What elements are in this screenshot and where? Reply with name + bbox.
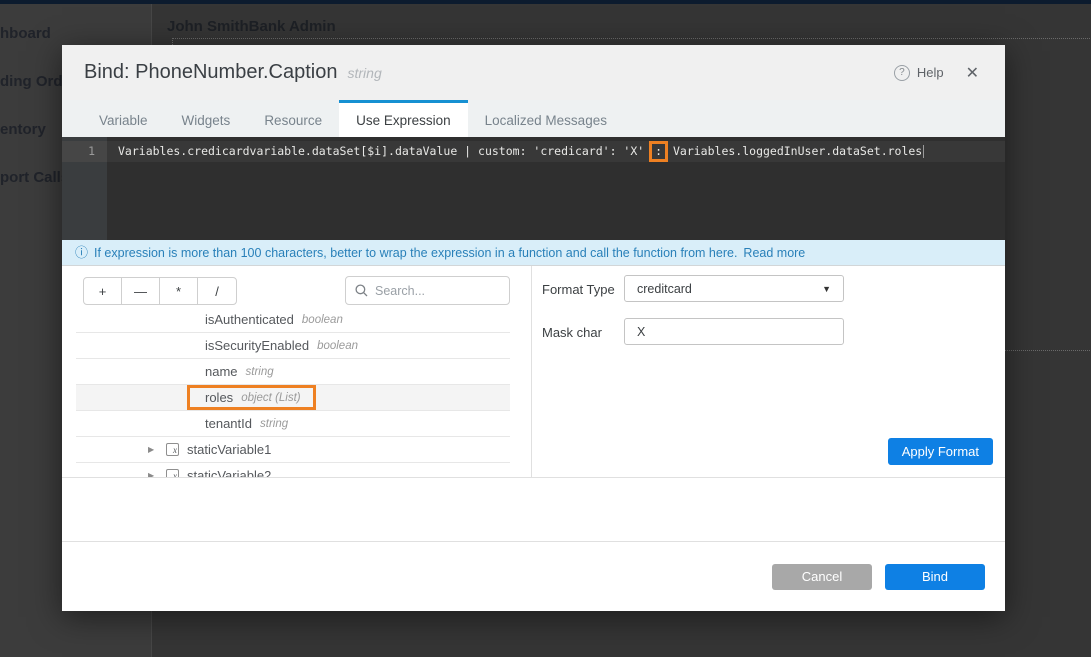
tab-widgets[interactable]: Widgets <box>165 100 248 137</box>
expand-arrow-icon[interactable]: ▶ <box>148 445 166 454</box>
mask-char-input[interactable] <box>624 318 844 345</box>
help-label: Help <box>917 65 944 80</box>
info-icon: ⓘ <box>75 246 88 259</box>
tree-row-name[interactable]: name string <box>76 359 510 385</box>
tree-type: object (List) <box>241 392 300 404</box>
text-cursor <box>923 145 924 158</box>
tree-label: roles <box>205 390 233 405</box>
search-input[interactable] <box>375 284 500 298</box>
tab-variable[interactable]: Variable <box>82 100 165 137</box>
expression-before: Variables.credicardvariable.dataSet[$i].… <box>118 144 651 158</box>
tab-resource[interactable]: Resource <box>247 100 339 137</box>
tree-type: boolean <box>302 314 343 326</box>
tree-row-issecurityenabled[interactable]: isSecurityEnabled boolean <box>76 333 510 359</box>
tree-row-isauthenticated[interactable]: isAuthenticated boolean <box>76 307 510 333</box>
format-panel: Format Type creditcard ▼ Mask char Apply… <box>532 266 1005 477</box>
variable-icon: x <box>166 469 179 477</box>
help-icon: ? <box>894 65 910 81</box>
canvas-page-title: John SmithBank Admin <box>167 18 336 35</box>
tree-row-tenantid[interactable]: tenantId string <box>76 411 510 437</box>
dialog-header: Bind: PhoneNumber.Caption string ? Help … <box>62 45 1005 100</box>
multiply-operator-button[interactable]: * <box>160 278 198 304</box>
dialog-title: Bind: PhoneNumber.Caption <box>84 61 338 84</box>
mask-char-label: Mask char <box>542 325 602 340</box>
bind-button[interactable]: Bind <box>885 564 985 590</box>
tree-type: boolean <box>317 340 358 352</box>
tree-type: string <box>260 418 288 430</box>
variables-panel: + — * / isAuthenticated boolean isSecuri… <box>62 266 532 477</box>
format-type-label: Format Type <box>542 282 615 297</box>
cancel-button[interactable]: Cancel <box>772 564 872 590</box>
tree-label: isSecurityEnabled <box>205 338 309 353</box>
dialog-content: + — * / isAuthenticated boolean isSecuri… <box>62 266 1005 477</box>
read-more-link[interactable]: Read more <box>743 246 805 260</box>
tree-row-staticvariable2[interactable]: ▶ x staticVariable2 <box>76 463 510 477</box>
editor-code-area[interactable]: Variables.credicardvariable.dataSet[$i].… <box>107 137 1005 240</box>
minus-operator-button[interactable]: — <box>122 278 160 304</box>
expression-info-bar: ⓘ If expression is more than 100 charact… <box>62 240 1005 266</box>
tab-use-expression[interactable]: Use Expression <box>339 100 468 137</box>
close-icon[interactable]: ✕ <box>962 61 983 85</box>
dialog-spacer <box>62 477 1005 541</box>
app-top-bar <box>0 0 1091 4</box>
tree-row-roles[interactable]: roles object (List) <box>76 385 510 411</box>
variable-search[interactable] <box>345 276 510 305</box>
tree-label: name <box>205 364 238 379</box>
dialog-title-type: string <box>348 65 382 81</box>
tree-label: staticVariable1 <box>187 442 271 457</box>
expand-arrow-icon[interactable]: ▶ <box>148 471 166 477</box>
editor-line-number: 1 <box>62 141 107 162</box>
search-icon <box>355 284 368 297</box>
variables-tree: isAuthenticated boolean isSecurityEnable… <box>62 307 532 477</box>
info-text: If expression is more than 100 character… <box>94 246 737 260</box>
expression-after: Variables.loggedInUser.dataSet.roles <box>666 144 922 158</box>
divide-operator-button[interactable]: / <box>198 278 236 304</box>
editor-gutter: 1 <box>62 137 107 240</box>
help-button[interactable]: ? Help <box>894 65 944 81</box>
expression-editor[interactable]: 1 Variables.credicardvariable.dataSet[$i… <box>62 137 1005 240</box>
format-type-dropdown[interactable]: creditcard ▼ <box>624 275 844 302</box>
tree-label: tenantId <box>205 416 252 431</box>
operator-buttons: + — * / <box>83 277 237 305</box>
bind-dialog: Bind: PhoneNumber.Caption string ? Help … <box>62 45 1005 611</box>
sidebar-item-dashboard[interactable]: hboard <box>0 25 152 42</box>
dialog-tabs: Variable Widgets Resource Use Expression… <box>62 100 1005 137</box>
tab-localized-messages[interactable]: Localized Messages <box>468 100 624 137</box>
tree-label: staticVariable2 <box>187 468 271 477</box>
tree-row-staticvariable1[interactable]: ▶ x staticVariable1 <box>76 437 510 463</box>
format-type-value: creditcard <box>637 282 692 296</box>
roles-highlight-box: roles object (List) <box>187 385 316 410</box>
apply-format-button[interactable]: Apply Format <box>888 438 993 465</box>
tree-label: isAuthenticated <box>205 312 294 327</box>
dialog-footer: Cancel Bind <box>62 541 1005 611</box>
variable-icon: x <box>166 443 179 456</box>
plus-operator-button[interactable]: + <box>84 278 122 304</box>
tree-type: string <box>246 366 274 378</box>
chevron-down-icon: ▼ <box>822 284 831 294</box>
expression-line: Variables.credicardvariable.dataSet[$i].… <box>107 141 1005 162</box>
